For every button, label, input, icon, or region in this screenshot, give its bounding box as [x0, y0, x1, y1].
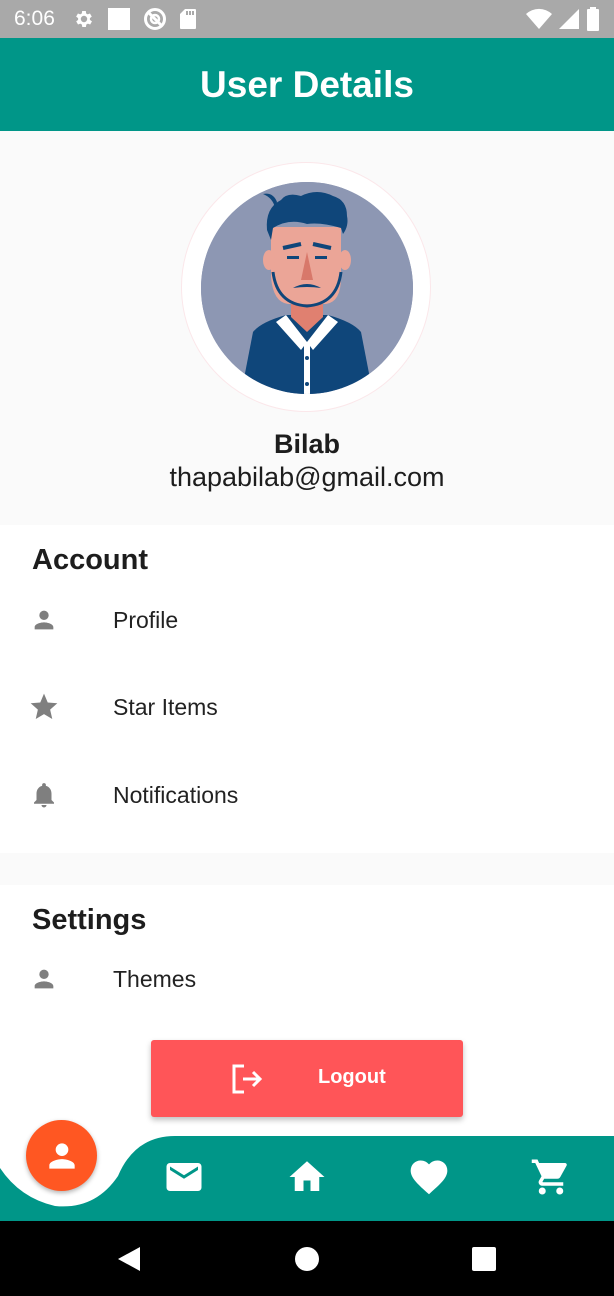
star-icon [28, 691, 60, 723]
list-item-themes[interactable]: Themes [0, 949, 614, 1009]
status-time: 6:06 [14, 7, 55, 30]
back-icon [118, 1247, 140, 1271]
cart-icon [531, 1159, 567, 1195]
logout-label: Logout [318, 1066, 386, 1088]
favorites-nav-button[interactable] [407, 1155, 451, 1199]
wifi-icon [526, 8, 552, 29]
list-item-notifications[interactable]: Notifications [0, 765, 614, 825]
mail-nav-button[interactable] [162, 1155, 206, 1199]
home-icon [289, 1161, 325, 1191]
signal-icon [559, 9, 579, 29]
logout-button[interactable]: Logout [151, 1040, 463, 1117]
square-icon [472, 1247, 496, 1271]
list-item-label: Themes [113, 965, 197, 992]
account-section: Account Profile Star Items Notifications [0, 525, 614, 853]
section-title-settings: Settings [32, 904, 147, 936]
app-bar: User Details [0, 38, 614, 131]
list-item-profile[interactable]: Profile [0, 590, 614, 650]
section-title-account: Account [32, 544, 148, 576]
circle-icon [295, 1247, 319, 1271]
status-bar: 6:06 [0, 0, 614, 38]
list-item-label: Notifications [113, 781, 239, 808]
logout-icon [230, 1062, 264, 1096]
mail-icon [166, 1163, 202, 1191]
user-email: thapabilab@gmail.com [169, 462, 445, 492]
avatar[interactable] [181, 162, 431, 412]
person-icon [28, 604, 60, 636]
recents-button[interactable] [469, 1244, 499, 1274]
back-button[interactable] [114, 1244, 144, 1274]
person-icon [48, 1142, 75, 1169]
heart-icon [410, 1160, 448, 1195]
bell-icon [28, 779, 60, 811]
profile-header: Bilab thapabilab@gmail.com [0, 131, 614, 525]
home-system-button[interactable] [292, 1244, 322, 1274]
page-title: User Details [200, 63, 414, 105]
cart-nav-button[interactable] [529, 1155, 573, 1199]
square-icon [107, 8, 130, 30]
person-icon [28, 963, 60, 995]
no-disturb-icon [143, 8, 166, 30]
list-item-star-items[interactable]: Star Items [0, 677, 614, 737]
list-item-label: Profile [113, 606, 179, 633]
sd-card-icon [179, 9, 196, 29]
battery-icon [587, 7, 599, 31]
section-divider [0, 853, 614, 885]
list-item-label: Star Items [113, 693, 218, 720]
avatar-illustration [201, 182, 413, 394]
user-name: Bilab [273, 429, 340, 459]
home-nav-button[interactable] [285, 1155, 329, 1199]
settings-icon [75, 11, 92, 27]
profile-nav-button[interactable] [26, 1120, 97, 1191]
